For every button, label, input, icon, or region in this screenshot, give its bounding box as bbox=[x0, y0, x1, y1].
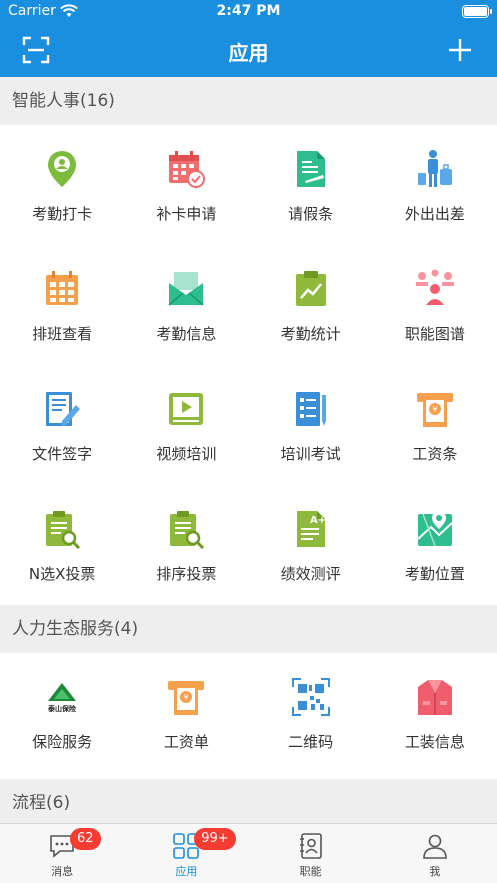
app-label: 外出出差 bbox=[404, 205, 465, 223]
status-bar: Carrier 2:47 PM bbox=[0, 0, 497, 24]
svg-text:¥: ¥ bbox=[432, 405, 437, 414]
org-chart-icon bbox=[415, 269, 454, 305]
section-header-hr: 智能人事(16) bbox=[0, 77, 497, 125]
unread-badge: 62 bbox=[70, 828, 101, 850]
app-payslip[interactable]: ¥ 工资条 bbox=[373, 365, 497, 485]
app-label: 保险服务 bbox=[32, 733, 93, 751]
app-label: 考勤位置 bbox=[404, 565, 465, 583]
payslip-icon: ¥ bbox=[168, 681, 205, 715]
exam-sheet-icon bbox=[295, 392, 326, 426]
app-label: 文件签字 bbox=[32, 445, 93, 463]
app-qr-code[interactable]: 二维码 bbox=[249, 653, 373, 779]
app-label: 补卡申请 bbox=[156, 205, 217, 223]
app-performance-review[interactable]: A+ 绩效测评 bbox=[249, 485, 373, 605]
app-attendance-stats[interactable]: 考勤统计 bbox=[249, 245, 373, 365]
app-content: 智能人事(16) 考勤打卡 补卡申请 请假条 外出出差 排班查看 考勤信息 考勤… bbox=[0, 77, 497, 823]
tab-bar: 消息 62 应用 99+ 职能 我 bbox=[0, 823, 497, 883]
app-label: 工资单 bbox=[163, 733, 209, 751]
video-play-icon bbox=[169, 393, 204, 425]
svg-text:泰山保险: 泰山保险 bbox=[47, 704, 77, 713]
clock-time: 2:47 PM bbox=[216, 3, 281, 19]
clipboard-search-icon bbox=[170, 511, 205, 549]
app-label: 考勤打卡 bbox=[32, 205, 93, 223]
clipboard-chart-icon bbox=[295, 271, 326, 306]
payslip-icon: ¥ bbox=[416, 393, 453, 427]
plus-icon[interactable] bbox=[447, 37, 473, 63]
app-org-chart[interactable]: 职能图谱 bbox=[373, 245, 497, 365]
tab-label: 消息 bbox=[51, 865, 74, 878]
battery-icon bbox=[462, 5, 492, 18]
traveler-luggage-icon bbox=[417, 150, 452, 187]
app-label: 职能图谱 bbox=[404, 325, 465, 343]
app-nx-vote[interactable]: N选X投票 bbox=[0, 485, 124, 605]
app-insurance-service[interactable]: 泰山保险 保险服务 bbox=[0, 653, 124, 779]
qr-code-icon bbox=[291, 678, 330, 716]
svg-text:A+: A+ bbox=[310, 515, 326, 526]
app-video-training[interactable]: 视频培训 bbox=[124, 365, 248, 485]
calendar-check-icon bbox=[169, 151, 206, 188]
app-attendance-info[interactable]: 考勤信息 bbox=[124, 245, 248, 365]
document-grade-icon: A+ bbox=[296, 511, 326, 547]
app-label: 请假条 bbox=[288, 205, 334, 223]
app-document-sign[interactable]: 文件签字 bbox=[0, 365, 124, 485]
contact-book-icon bbox=[299, 833, 322, 859]
app-label: 排班查看 bbox=[32, 325, 93, 343]
app-training-exam[interactable]: 培训考试 bbox=[249, 365, 373, 485]
app-label: 绩效测评 bbox=[280, 565, 341, 583]
app-label: 排序投票 bbox=[156, 565, 217, 583]
section-header-process: 流程(6) bbox=[0, 779, 497, 823]
app-salary-sheet[interactable]: ¥ 工资单 bbox=[124, 653, 248, 779]
nav-bar: 应用 bbox=[0, 24, 497, 77]
tab-me[interactable]: 我 bbox=[373, 824, 497, 883]
tab-functions[interactable]: 职能 bbox=[249, 824, 373, 883]
app-label: 工资条 bbox=[412, 445, 458, 463]
envelope-icon bbox=[168, 272, 204, 306]
svg-text:¥: ¥ bbox=[184, 693, 189, 702]
uniform-icon bbox=[417, 680, 452, 715]
app-rank-vote[interactable]: 排序投票 bbox=[124, 485, 248, 605]
document-pen-icon bbox=[296, 151, 325, 187]
tab-label: 我 bbox=[429, 865, 441, 878]
person-icon bbox=[423, 834, 447, 859]
app-label: 考勤统计 bbox=[280, 325, 341, 343]
app-label: 二维码 bbox=[288, 733, 334, 751]
app-label: 工装信息 bbox=[404, 733, 465, 751]
app-schedule-view[interactable]: 排班查看 bbox=[0, 245, 124, 365]
clipboard-search-icon bbox=[46, 511, 81, 549]
section-header-services: 人力生态服务(4) bbox=[0, 605, 497, 653]
tab-messages[interactable]: 消息 62 bbox=[0, 824, 124, 883]
grid-services: 泰山保险 保险服务 ¥ 工资单 二维码 工装信息 bbox=[0, 653, 497, 779]
map-pin-icon bbox=[417, 511, 453, 547]
tab-label: 应用 bbox=[175, 865, 198, 878]
app-label: N选X投票 bbox=[28, 565, 96, 583]
app-business-trip[interactable]: 外出出差 bbox=[373, 125, 497, 245]
app-leave-request[interactable]: 请假条 bbox=[249, 125, 373, 245]
page-title: 应用 bbox=[228, 41, 269, 65]
grid-hr: 考勤打卡 补卡申请 请假条 外出出差 排班查看 考勤信息 考勤统计 职能图谱 文… bbox=[0, 125, 497, 605]
tab-label: 职能 bbox=[299, 865, 322, 878]
location-pin-icon bbox=[48, 151, 77, 187]
app-label: 视频培训 bbox=[156, 445, 217, 463]
tab-apps[interactable]: 应用 99+ bbox=[124, 824, 248, 883]
app-makeup-checkin[interactable]: 补卡申请 bbox=[124, 125, 248, 245]
schedule-grid-icon bbox=[46, 271, 79, 305]
app-uniform-info[interactable]: 工装信息 bbox=[373, 653, 497, 779]
app-attendance-location[interactable]: 考勤位置 bbox=[373, 485, 497, 605]
app-label: 考勤信息 bbox=[156, 325, 217, 343]
taishan-insurance-logo: 泰山保险 bbox=[47, 683, 77, 713]
apps-badge: 99+ bbox=[194, 828, 236, 850]
app-label: 培训考试 bbox=[280, 445, 341, 463]
document-sign-icon bbox=[46, 392, 81, 426]
app-attendance-checkin[interactable]: 考勤打卡 bbox=[0, 125, 124, 245]
